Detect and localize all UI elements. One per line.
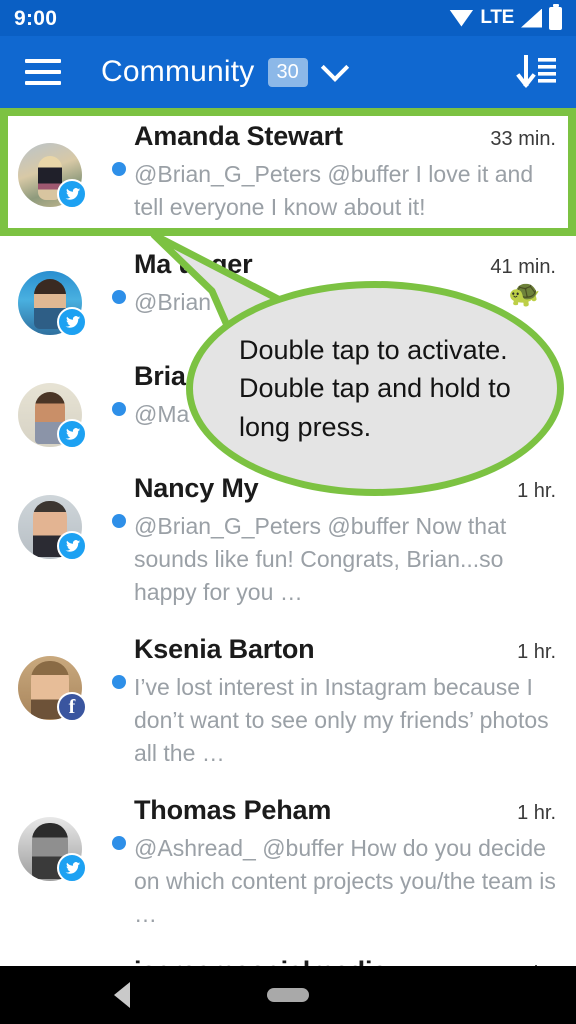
avatar: f bbox=[18, 656, 87, 723]
status-bar: 9:00 LTE bbox=[0, 0, 576, 36]
network-type-label: LTE bbox=[480, 7, 514, 28]
list-item-name: Bria bbox=[134, 361, 186, 392]
app-bar: Community 30 bbox=[0, 36, 576, 108]
list-item-message: @Brian_G_Peters @buffer I love it and te… bbox=[134, 161, 534, 220]
page-title: Community bbox=[101, 55, 255, 88]
status-icons: LTE bbox=[449, 3, 562, 30]
list-item[interactable]: Thomas Peham 1 hr. @Ashread_ @buffer How d… bbox=[0, 782, 576, 944]
list-item-time: 1 hr. bbox=[517, 480, 556, 503]
list-item-message: @Ashread_ @buffer How do you decide on w… bbox=[134, 835, 556, 927]
chevron-down-icon[interactable] bbox=[320, 53, 349, 82]
avatar bbox=[18, 143, 87, 209]
phone-screen: 9:00 LTE Community 30 Amanda Stewart 33 m… bbox=[0, 0, 576, 1024]
list-item-name: Ksenia Barton bbox=[134, 634, 315, 665]
unread-dot bbox=[112, 402, 126, 417]
conversation-list[interactable]: Amanda Stewart 33 min. @Brian_G_Peters @bu… bbox=[0, 108, 576, 970]
unread-dot bbox=[112, 514, 126, 529]
twitter-badge-icon bbox=[57, 307, 87, 338]
list-item-name: Thomas Peham bbox=[134, 795, 332, 826]
tooltip-text: Double tap to activate. Double tap and h… bbox=[239, 335, 511, 442]
unread-dot bbox=[112, 836, 126, 851]
list-item-name: Nancy My bbox=[134, 473, 259, 504]
list-item[interactable]: Amanda Stewart 33 min. @Brian_G_Peters @bu… bbox=[0, 108, 576, 237]
unread-dot bbox=[112, 162, 126, 176]
unread-dot bbox=[112, 675, 126, 690]
list-item-body: Ksenia Barton 1 hr. I’ve lost interest in … bbox=[134, 634, 556, 769]
status-time: 9:00 bbox=[14, 6, 58, 30]
avatar bbox=[18, 495, 87, 562]
avatar bbox=[18, 383, 87, 450]
battery-icon bbox=[549, 3, 562, 30]
list-item-time: 33 min. bbox=[490, 128, 556, 150]
wifi-icon bbox=[449, 9, 474, 27]
avatar bbox=[18, 817, 87, 884]
list-item-time: 1 hr. bbox=[517, 641, 556, 664]
accessibility-tooltip: Double tap to activate. Double tap and h… bbox=[186, 281, 564, 496]
hamburger-menu-icon[interactable] bbox=[22, 51, 64, 93]
list-item[interactable]: Nancy My 1 hr. @Brian_G_Peters @buffer Now… bbox=[0, 460, 576, 622]
count-badge: 30 bbox=[267, 57, 308, 87]
twitter-badge-icon bbox=[57, 853, 87, 884]
sort-descending-icon[interactable] bbox=[514, 49, 560, 95]
list-item-time: 41 min. bbox=[490, 256, 556, 279]
list-item[interactable]: f Ksenia Barton 1 hr. I’ve lost interest in… bbox=[0, 621, 576, 783]
list-item-name: Amanda Stewart bbox=[134, 121, 343, 151]
list-item-time: 1 hr. bbox=[517, 802, 556, 825]
list-item-body: Thomas Peham 1 hr. @Ashread_ @buffer How d… bbox=[134, 795, 556, 930]
system-nav-bar bbox=[0, 966, 576, 1024]
list-item-body: Amanda Stewart 33 min. @Brian_G_Peters @bu… bbox=[134, 121, 556, 223]
twitter-badge-icon bbox=[57, 531, 87, 562]
home-pill-icon[interactable] bbox=[267, 988, 309, 1002]
avatar bbox=[18, 271, 87, 338]
turtle-emoji: 🐢 bbox=[508, 278, 541, 308]
list-item-message: I’ve lost interest in Instagram because … bbox=[134, 674, 549, 766]
back-triangle-icon[interactable] bbox=[114, 982, 130, 1008]
twitter-badge-icon bbox=[57, 419, 87, 450]
list-item-message: @Brian_G_Peters @buffer Now that sounds … bbox=[134, 513, 507, 605]
signal-icon bbox=[521, 8, 542, 28]
unread-dot bbox=[112, 290, 126, 305]
twitter-badge-icon bbox=[57, 179, 87, 209]
facebook-badge-icon: f bbox=[57, 692, 87, 723]
